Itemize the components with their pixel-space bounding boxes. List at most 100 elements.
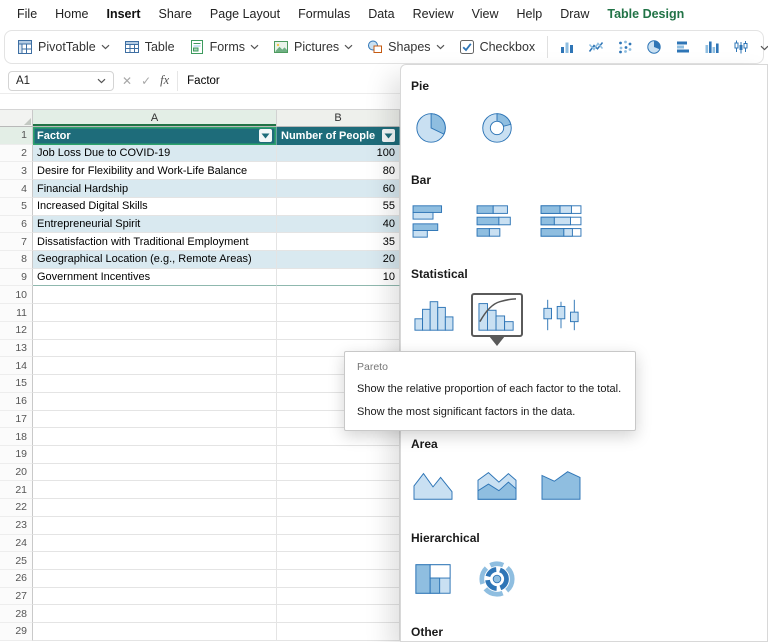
cell-A20[interactable] bbox=[33, 464, 277, 482]
cell-B1[interactable]: Number of People bbox=[277, 127, 400, 145]
cell-A24[interactable] bbox=[33, 535, 277, 553]
row-number-8[interactable]: 8 bbox=[0, 251, 33, 269]
cell-B25[interactable] bbox=[277, 552, 400, 570]
cell-A21[interactable] bbox=[33, 481, 277, 499]
row-number-15[interactable]: 15 bbox=[0, 375, 33, 393]
ribbon-pie-chart-button[interactable] bbox=[641, 35, 667, 59]
clustered-bar-chart-icon[interactable] bbox=[407, 199, 459, 243]
row-number-7[interactable]: 7 bbox=[0, 233, 33, 251]
row-number-9[interactable]: 9 bbox=[0, 269, 33, 287]
cell-B7[interactable]: 35 bbox=[277, 233, 400, 251]
ribbon-pivottable-button[interactable]: PivotTable bbox=[11, 35, 116, 59]
cell-A11[interactable] bbox=[33, 304, 277, 322]
row-number-14[interactable]: 14 bbox=[0, 357, 33, 375]
menu-tab-file[interactable]: File bbox=[8, 4, 46, 24]
cell-A27[interactable] bbox=[33, 588, 277, 606]
column-header-A[interactable]: A bbox=[33, 110, 277, 127]
treemap-chart-icon[interactable] bbox=[407, 557, 459, 601]
menu-tab-help[interactable]: Help bbox=[507, 4, 551, 24]
cell-B6[interactable]: 40 bbox=[277, 216, 400, 234]
sunburst-chart-icon[interactable] bbox=[471, 557, 523, 601]
cell-B10[interactable] bbox=[277, 286, 400, 304]
cell-A23[interactable] bbox=[33, 517, 277, 535]
doughnut-chart-icon[interactable] bbox=[471, 105, 523, 149]
ribbon-scatter-chart-button[interactable] bbox=[612, 35, 638, 59]
pie-chart-icon[interactable] bbox=[407, 105, 459, 149]
filter-button[interactable] bbox=[259, 129, 272, 142]
ribbon-table-button[interactable]: Table bbox=[118, 35, 181, 59]
row-number-16[interactable]: 16 bbox=[0, 393, 33, 411]
row-number-18[interactable]: 18 bbox=[0, 428, 33, 446]
insert-function-icon[interactable]: fx bbox=[160, 73, 169, 88]
row-number-13[interactable]: 13 bbox=[0, 340, 33, 358]
cell-A17[interactable] bbox=[33, 411, 277, 429]
cell-B11[interactable] bbox=[277, 304, 400, 322]
row-number-5[interactable]: 5 bbox=[0, 198, 33, 216]
cell-A18[interactable] bbox=[33, 428, 277, 446]
cell-B26[interactable] bbox=[277, 570, 400, 588]
menu-tab-view[interactable]: View bbox=[463, 4, 508, 24]
cell-A6[interactable]: Entrepreneurial Spirit bbox=[33, 216, 277, 234]
menu-tab-data[interactable]: Data bbox=[359, 4, 403, 24]
stacked-area-100-chart-icon[interactable] bbox=[535, 463, 587, 507]
cell-B12[interactable] bbox=[277, 322, 400, 340]
cell-B9[interactable]: 10 bbox=[277, 269, 400, 287]
cell-B20[interactable] bbox=[277, 464, 400, 482]
ribbon-pictures-button[interactable]: Pictures bbox=[267, 35, 359, 59]
cell-A14[interactable] bbox=[33, 357, 277, 375]
cell-A1[interactable]: Factor bbox=[33, 127, 277, 145]
cell-B19[interactable] bbox=[277, 446, 400, 464]
cell-B22[interactable] bbox=[277, 499, 400, 517]
row-number-10[interactable]: 10 bbox=[0, 286, 33, 304]
cell-B23[interactable] bbox=[277, 517, 400, 535]
row-number-19[interactable]: 19 bbox=[0, 446, 33, 464]
filter-button[interactable] bbox=[382, 129, 395, 142]
box-whisker-chart-icon[interactable] bbox=[535, 293, 587, 337]
cell-B27[interactable] bbox=[277, 588, 400, 606]
cell-B4[interactable]: 60 bbox=[277, 180, 400, 198]
menu-tab-insert[interactable]: Insert bbox=[98, 4, 150, 24]
ribbon-shapes-button[interactable]: Shapes bbox=[361, 35, 450, 59]
area-chart-icon[interactable] bbox=[407, 463, 459, 507]
ribbon-column-chart-alt-button[interactable] bbox=[699, 35, 725, 59]
row-number-22[interactable]: 22 bbox=[0, 499, 33, 517]
cell-A8[interactable]: Geographical Location (e.g., Remote Area… bbox=[33, 251, 277, 269]
cell-B5[interactable]: 55 bbox=[277, 198, 400, 216]
histogram-chart-icon[interactable] bbox=[407, 293, 459, 337]
stacked-area-chart-icon[interactable] bbox=[471, 463, 523, 507]
stacked-bar-chart-icon[interactable] bbox=[471, 199, 523, 243]
cell-A13[interactable] bbox=[33, 340, 277, 358]
row-number-17[interactable]: 17 bbox=[0, 411, 33, 429]
cell-A28[interactable] bbox=[33, 605, 277, 623]
cell-A5[interactable]: Increased Digital Skills bbox=[33, 198, 277, 216]
cell-B21[interactable] bbox=[277, 481, 400, 499]
row-number-21[interactable]: 21 bbox=[0, 481, 33, 499]
row-number-20[interactable]: 20 bbox=[0, 464, 33, 482]
row-number-12[interactable]: 12 bbox=[0, 322, 33, 340]
cell-A7[interactable]: Dissatisfaction with Traditional Employm… bbox=[33, 233, 277, 251]
row-number-29[interactable]: 29 bbox=[0, 623, 33, 641]
cell-B28[interactable] bbox=[277, 605, 400, 623]
row-number-1[interactable]: 1 bbox=[0, 127, 33, 145]
row-number-25[interactable]: 25 bbox=[0, 552, 33, 570]
row-number-3[interactable]: 3 bbox=[0, 162, 33, 180]
cell-A19[interactable] bbox=[33, 446, 277, 464]
row-number-24[interactable]: 24 bbox=[0, 535, 33, 553]
cell-A9[interactable]: Government Incentives bbox=[33, 269, 277, 287]
stacked-bar-100-chart-icon[interactable] bbox=[535, 199, 587, 243]
cell-A3[interactable]: Desire for Flexibility and Work-Life Bal… bbox=[33, 162, 277, 180]
cell-B3[interactable]: 80 bbox=[277, 162, 400, 180]
row-number-2[interactable]: 2 bbox=[0, 145, 33, 163]
cell-B2[interactable]: 100 bbox=[277, 145, 400, 163]
cell-A2[interactable]: Job Loss Due to COVID-19 bbox=[33, 145, 277, 163]
row-number-26[interactable]: 26 bbox=[0, 570, 33, 588]
cell-A12[interactable] bbox=[33, 322, 277, 340]
menu-tab-formulas[interactable]: Formulas bbox=[289, 4, 359, 24]
menu-tab-review[interactable]: Review bbox=[404, 4, 463, 24]
cell-A4[interactable]: Financial Hardship bbox=[33, 180, 277, 198]
menu-tab-draw[interactable]: Draw bbox=[551, 4, 598, 24]
ribbon-bar-chart-button[interactable] bbox=[670, 35, 696, 59]
ribbon-forms-button[interactable]: Forms bbox=[183, 35, 265, 59]
row-number-27[interactable]: 27 bbox=[0, 588, 33, 606]
ribbon-column-chart-button[interactable] bbox=[554, 35, 580, 59]
